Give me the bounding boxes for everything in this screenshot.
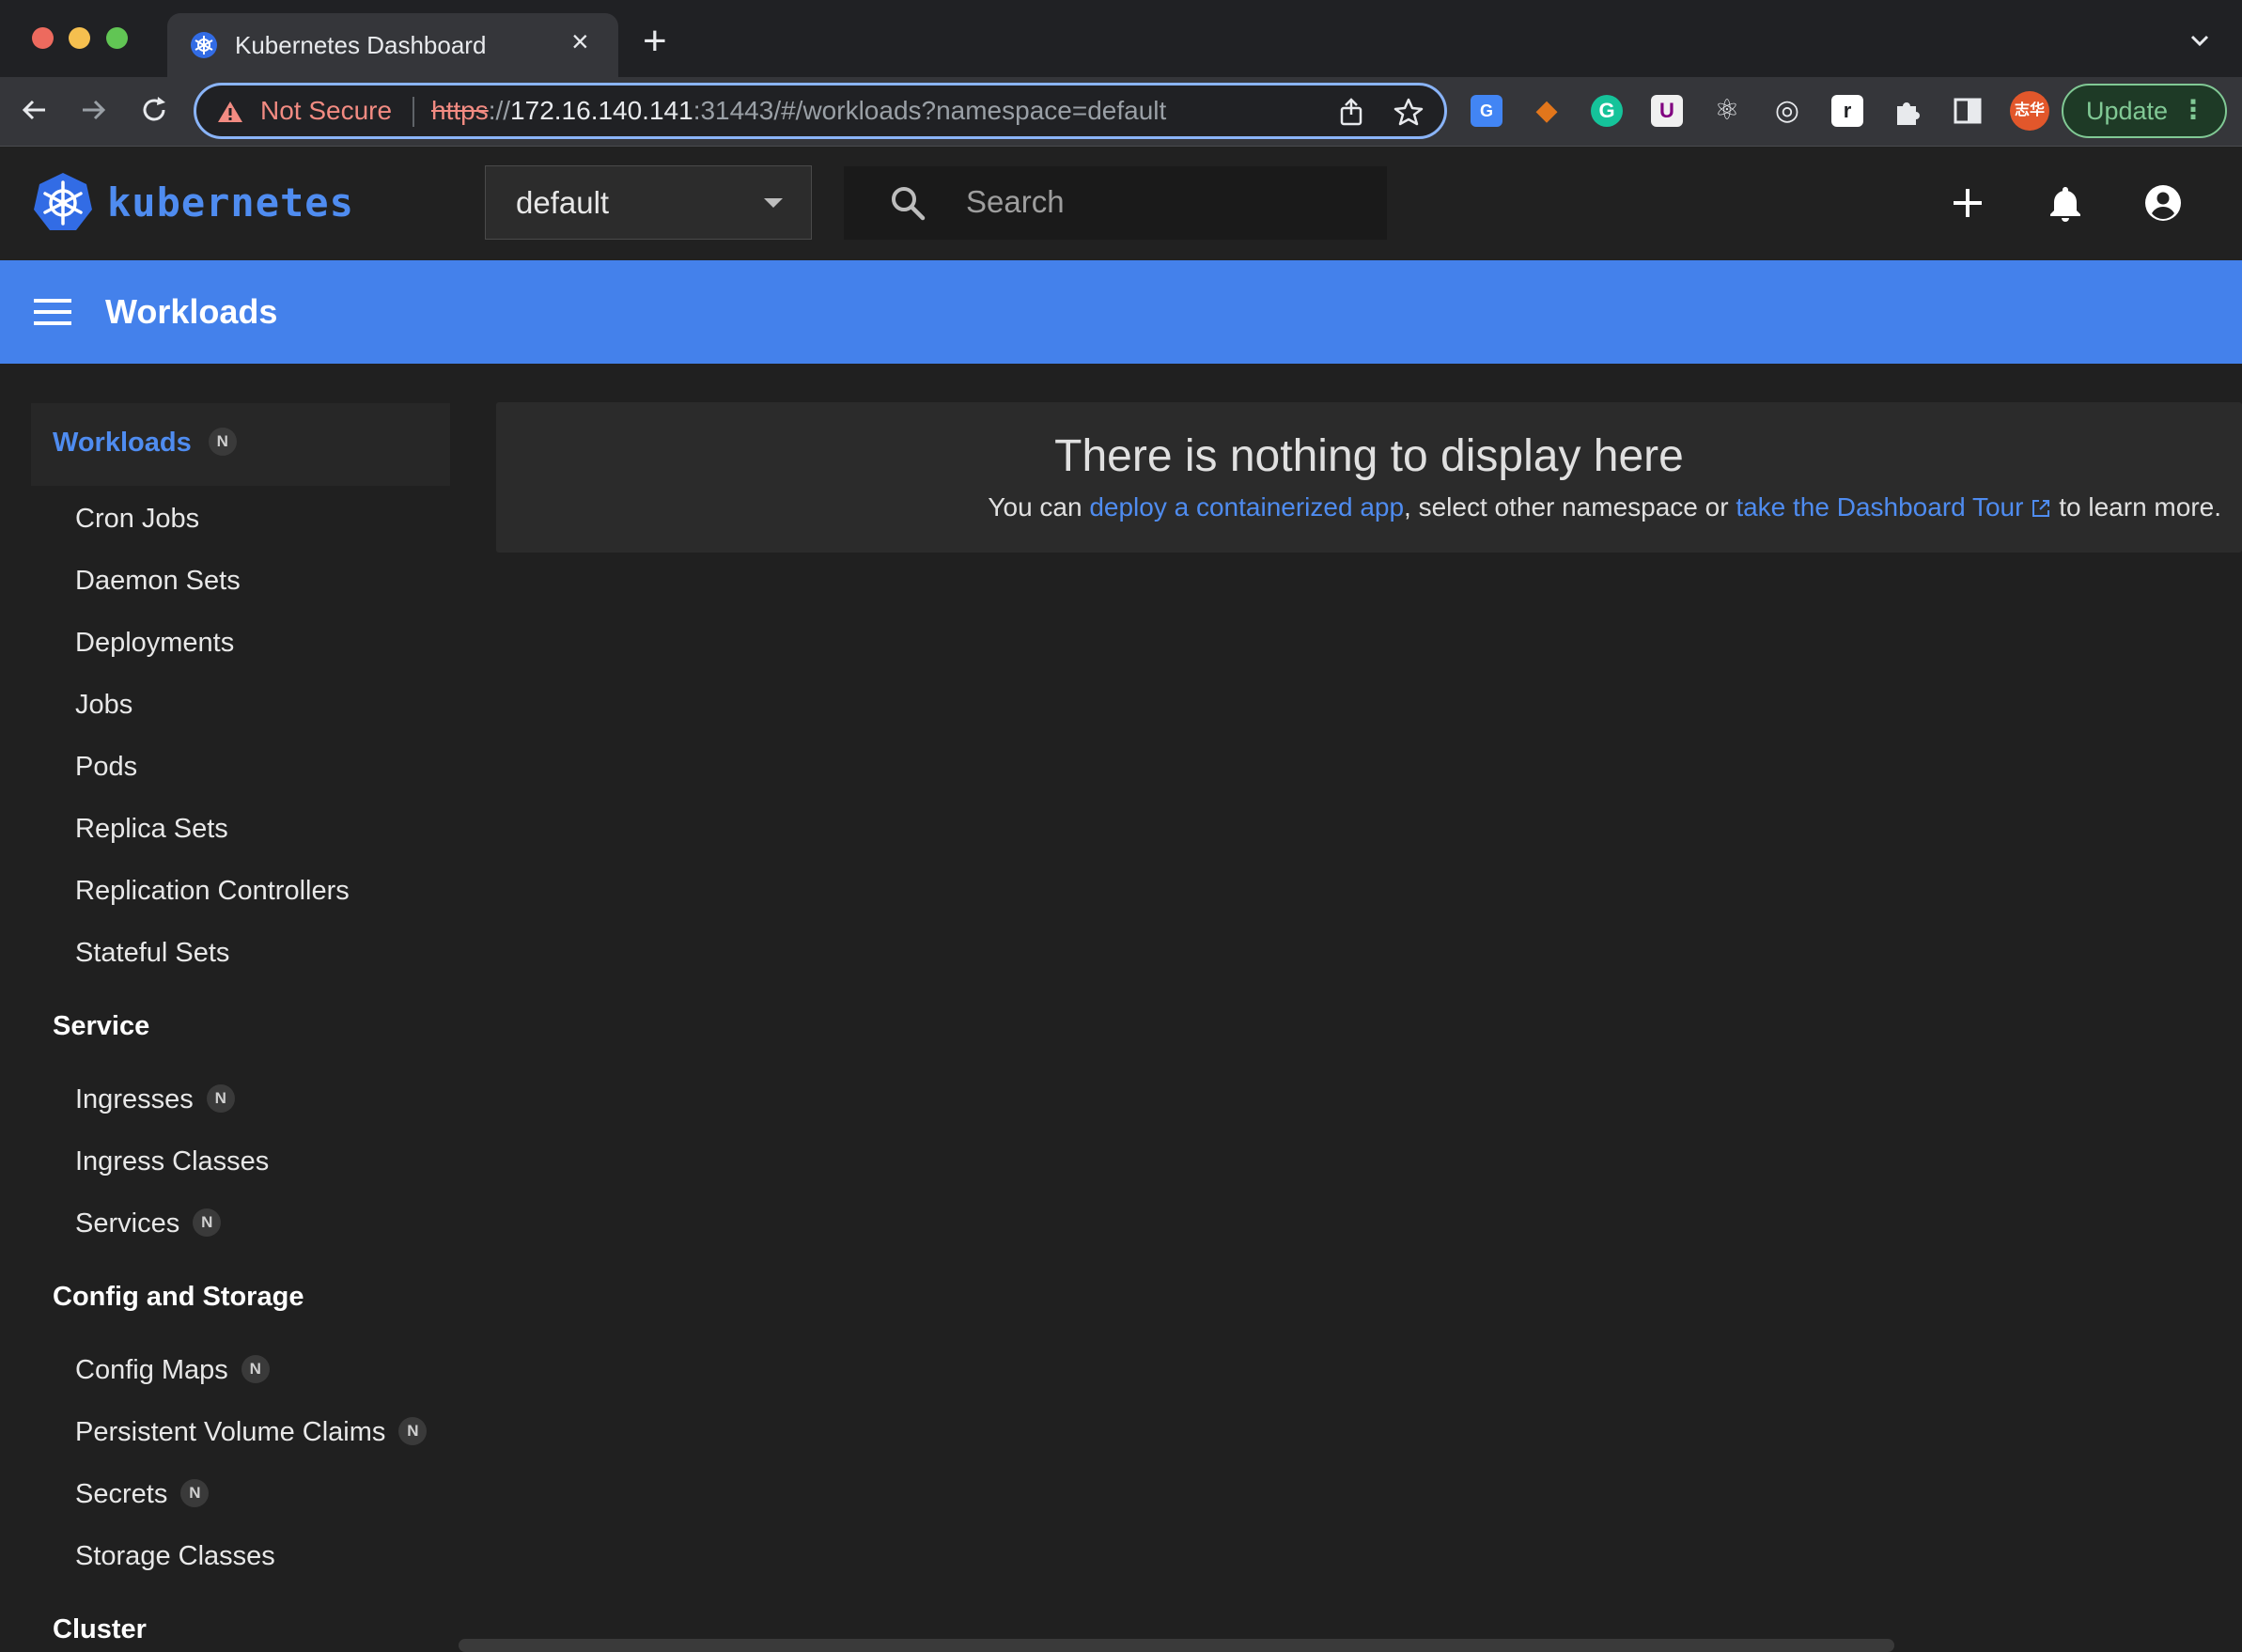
account-circle-icon[interactable] bbox=[2143, 183, 2183, 223]
window-minimize-button[interactable] bbox=[69, 27, 90, 49]
page-title-bar: Workloads bbox=[0, 260, 2242, 364]
sidebar-workloads-label: Workloads bbox=[53, 428, 192, 458]
plus-icon[interactable] bbox=[1948, 183, 1987, 223]
sidebar-item-replication-controllers[interactable]: Replication Controllers bbox=[75, 876, 350, 907]
new-tab-button[interactable]: + bbox=[643, 21, 667, 62]
forward-arrow-icon[interactable] bbox=[77, 93, 111, 127]
namespaced-badge: N bbox=[193, 1208, 222, 1238]
sidebar-item-daemon-sets[interactable]: Daemon Sets bbox=[75, 566, 241, 597]
update-button[interactable]: Update ⋮ bbox=[2062, 84, 2227, 138]
dashboard-tour-link[interactable]: take the Dashboard Tour bbox=[1736, 492, 2051, 522]
sidepanel-icon[interactable] bbox=[1952, 95, 1984, 127]
search-icon bbox=[892, 187, 926, 221]
target-icon[interactable]: ◎ bbox=[1771, 95, 1803, 127]
sidebar-item-replica-sets[interactable]: Replica Sets bbox=[75, 814, 228, 845]
empty-text-part: to learn more. bbox=[2051, 492, 2221, 522]
namespaced-badge: N bbox=[208, 428, 237, 457]
namespace-value: default bbox=[516, 185, 610, 220]
sidebar-item-pods[interactable]: Pods bbox=[75, 752, 137, 783]
namespace-select[interactable]: default bbox=[485, 165, 812, 240]
sidebar-item-ingress-classes[interactable]: Ingress Classes bbox=[75, 1146, 269, 1177]
browser-tab-active[interactable]: Kubernetes Dashboard × bbox=[167, 13, 618, 77]
window-close-button[interactable] bbox=[32, 27, 54, 49]
sidebar-section-service[interactable]: Service bbox=[53, 1011, 149, 1042]
namespaced-badge: N bbox=[180, 1479, 210, 1508]
caret-down-icon bbox=[764, 198, 783, 208]
url-scheme: https bbox=[431, 96, 489, 125]
browser-toolbar: Not Secure https://172.16.140.141:31443/… bbox=[0, 77, 2242, 147]
sidebar-section-config-storage[interactable]: Config and Storage bbox=[53, 1282, 304, 1313]
react-devtools-icon[interactable]: ⚛ bbox=[1711, 95, 1743, 127]
sidebar-item-workloads[interactable]: Workloads N bbox=[31, 403, 450, 486]
sidebar-item-cron-jobs[interactable]: Cron Jobs bbox=[75, 504, 199, 535]
menu-kebab-icon[interactable]: ⋮ bbox=[2180, 97, 2206, 123]
sidebar-section-cluster[interactable]: Cluster bbox=[53, 1614, 147, 1645]
grammarly-icon[interactable]: G bbox=[1591, 95, 1623, 127]
bell-icon[interactable] bbox=[2046, 183, 2085, 223]
update-label: Update bbox=[2086, 97, 2169, 125]
url-path: :31443/#/workloads?namespace=default bbox=[693, 96, 1167, 125]
search-box[interactable] bbox=[844, 166, 1387, 240]
readwise-icon[interactable]: r bbox=[1831, 95, 1863, 127]
namespaced-badge: N bbox=[206, 1084, 235, 1114]
not-secure-label[interactable]: Not Secure bbox=[260, 96, 392, 126]
tab-title: Kubernetes Dashboard bbox=[235, 31, 487, 59]
google-translate-icon[interactable]: G bbox=[1471, 95, 1502, 127]
namespaced-badge: N bbox=[398, 1417, 428, 1446]
sidebar-nav: Workloads N Cron Jobs Daemon Sets Deploy… bbox=[0, 364, 459, 1652]
reload-icon[interactable] bbox=[137, 93, 171, 127]
sidebar-item-label: Config Maps bbox=[75, 1355, 228, 1385]
namespaced-badge: N bbox=[241, 1355, 270, 1384]
sidebar-item-secrets[interactable]: Secrets N bbox=[75, 1479, 210, 1510]
url-host: 172.16.140.141 bbox=[510, 96, 693, 125]
hamburger-menu-icon[interactable] bbox=[34, 296, 71, 328]
sidebar-item-label: Ingresses bbox=[75, 1084, 194, 1114]
page-title: Workloads bbox=[105, 292, 278, 331]
empty-text-part: , select other namespace or bbox=[1404, 492, 1736, 522]
share-icon[interactable] bbox=[1337, 97, 1365, 127]
url-text[interactable]: https://172.16.140.141:31443/#/workloads… bbox=[431, 96, 1166, 126]
deploy-app-link[interactable]: deploy a containerized app bbox=[1089, 492, 1404, 522]
sidebar-item-persistent-volume-claims[interactable]: Persistent Volume Claims N bbox=[75, 1417, 428, 1448]
kubernetes-logo-text[interactable]: kubernetes bbox=[107, 179, 354, 226]
tab-close-icon[interactable]: × bbox=[571, 26, 589, 56]
sidebar-item-services[interactable]: Services N bbox=[75, 1208, 222, 1239]
browser-tab-bar: Kubernetes Dashboard × + bbox=[0, 0, 2242, 77]
sidebar-item-storage-classes[interactable]: Storage Classes bbox=[75, 1541, 275, 1572]
empty-state-message: You can deploy a containerized app, sele… bbox=[988, 492, 2221, 522]
sidebar-item-stateful-sets[interactable]: Stateful Sets bbox=[75, 938, 229, 969]
ublock-icon[interactable]: U bbox=[1651, 95, 1683, 127]
open-in-new-icon bbox=[2032, 500, 2050, 517]
window-zoom-button[interactable] bbox=[106, 27, 128, 49]
sidebar-item-label: Services bbox=[75, 1208, 180, 1239]
sidebar-item-label: Secrets bbox=[75, 1479, 168, 1509]
url-separator: :// bbox=[488, 96, 511, 125]
back-arrow-icon[interactable] bbox=[17, 93, 51, 127]
horizontal-scrollbar[interactable] bbox=[459, 1639, 1894, 1652]
warning-triangle-icon bbox=[218, 101, 242, 122]
profile-avatar-icon[interactable]: 志华 bbox=[2010, 91, 2049, 131]
bookmark-star-icon[interactable] bbox=[1393, 97, 1424, 127]
tab-search-chevron-icon[interactable] bbox=[2188, 28, 2212, 53]
empty-text-part: You can bbox=[988, 492, 1090, 522]
sidebar-item-label: Workloads N bbox=[53, 428, 237, 459]
address-separator bbox=[413, 97, 414, 127]
kubernetes-logo-icon[interactable] bbox=[32, 171, 94, 233]
search-input[interactable] bbox=[966, 179, 1361, 225]
sidebar-item-config-maps[interactable]: Config Maps N bbox=[75, 1355, 270, 1386]
empty-state-title: There is nothing to display here bbox=[1054, 431, 1684, 481]
sidebar-item-deployments[interactable]: Deployments bbox=[75, 628, 234, 659]
address-bar[interactable]: Not Secure https://172.16.140.141:31443/… bbox=[194, 83, 1447, 139]
sidebar-item-ingresses[interactable]: Ingresses N bbox=[75, 1084, 235, 1115]
app-header: kubernetes default bbox=[0, 148, 2242, 260]
dashboard-tour-label: take the Dashboard Tour bbox=[1736, 492, 2024, 522]
metamask-icon[interactable]: ◆ bbox=[1531, 95, 1563, 127]
sidebar-item-label: Persistent Volume Claims bbox=[75, 1417, 386, 1447]
extensions-puzzle-icon[interactable] bbox=[1892, 95, 1923, 127]
sidebar-item-jobs[interactable]: Jobs bbox=[75, 690, 132, 721]
kubernetes-favicon-icon bbox=[191, 32, 217, 58]
empty-state-card: There is nothing to display here You can… bbox=[496, 402, 2242, 553]
